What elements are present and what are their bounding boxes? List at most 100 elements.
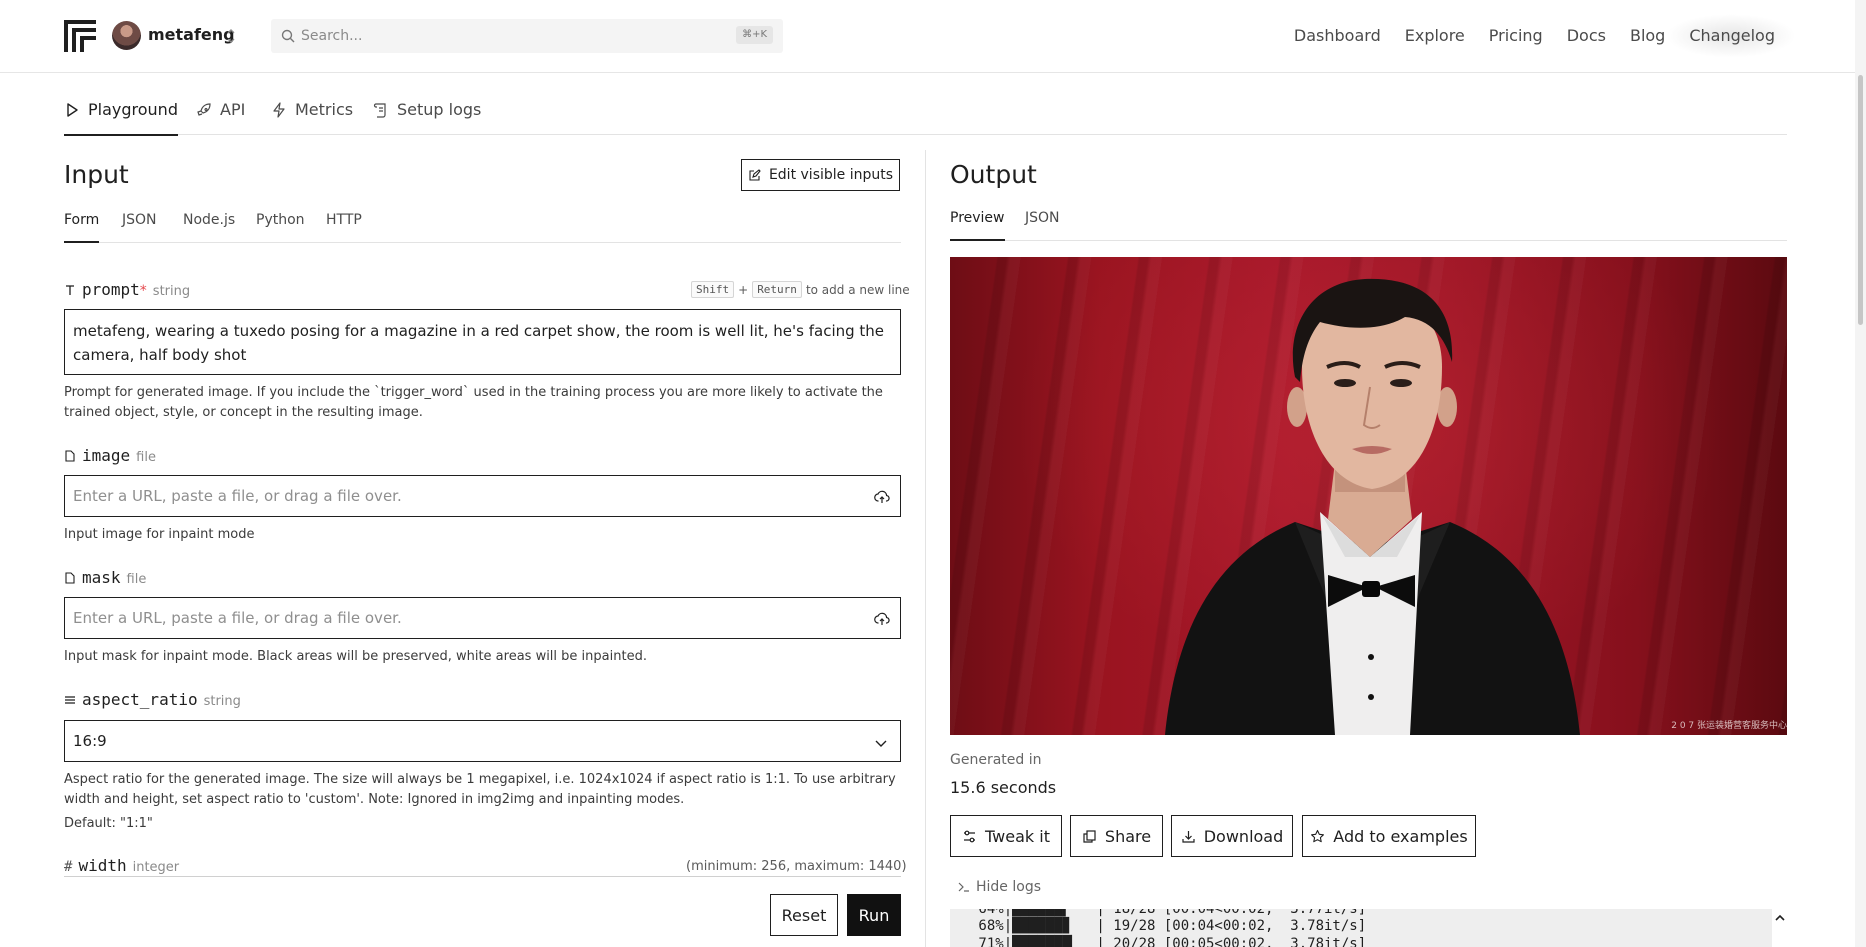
- aspect-ratio-description: Aspect ratio for the generated image. Th…: [64, 772, 896, 807]
- prompt-textarea[interactable]: metafeng, wearing a tuxedo posing for a …: [64, 309, 901, 375]
- mask-description: Input mask for inpaint mode. Black areas…: [64, 649, 647, 664]
- image-placeholder: Enter a URL, paste a file, or drag a fil…: [73, 487, 402, 505]
- log-line: 71%|███████▏ | 20/28 [00:05<00:02, 3.78i…: [970, 936, 1367, 947]
- mask-input[interactable]: Enter a URL, paste a file, or drag a fil…: [64, 597, 901, 639]
- width-range: (minimum: 256, maximum: 1440): [686, 859, 907, 874]
- nav-changelog[interactable]: Changelog: [1689, 26, 1775, 45]
- edit-icon: [749, 168, 761, 181]
- aspect-ratio-select[interactable]: 16:9: [64, 720, 901, 762]
- aspect-ratio-value: 16:9: [73, 732, 107, 750]
- aspect-ratio-type: string: [203, 694, 241, 709]
- reset-button[interactable]: Reset: [770, 894, 838, 936]
- chevron-up-icon[interactable]: [1774, 912, 1786, 924]
- text-type-icon: [66, 284, 74, 295]
- tab-metrics-label: Metrics: [295, 100, 354, 119]
- mask-name: mask: [82, 568, 121, 587]
- account-name[interactable]: metafeng: [148, 25, 235, 44]
- tab-preview[interactable]: Preview: [950, 210, 1005, 241]
- tab-json[interactable]: JSON: [122, 212, 157, 242]
- search-bar[interactable]: Search... ⌘+K: [271, 19, 783, 53]
- download-button[interactable]: Download: [1171, 815, 1293, 857]
- replicate-logo-icon[interactable]: [64, 20, 96, 52]
- image-name: image: [82, 446, 131, 465]
- account-switch-icon[interactable]: [226, 27, 236, 45]
- run-button[interactable]: Run: [847, 894, 901, 936]
- tab-playground-label: Playground: [88, 100, 178, 119]
- download-icon: [1182, 830, 1195, 843]
- scroll-icon: [373, 103, 386, 118]
- copy-icon: [1083, 829, 1096, 843]
- nav-dashboard[interactable]: Dashboard: [1294, 26, 1381, 45]
- add-to-examples-button[interactable]: Add to examples: [1302, 815, 1476, 857]
- sliders-icon: [964, 830, 976, 842]
- search-shortcut: ⌘+K: [736, 26, 773, 44]
- chevron-down-icon: [875, 740, 887, 747]
- aspect-ratio-name: aspect_ratio: [82, 690, 198, 709]
- tab-python[interactable]: Python: [256, 212, 305, 242]
- image-type: file: [136, 450, 156, 465]
- tab-setup-logs[interactable]: Setup logs: [373, 100, 481, 134]
- tab-api[interactable]: API: [196, 100, 245, 134]
- mask-type: file: [126, 572, 147, 587]
- hide-logs-toggle[interactable]: Hide logs: [958, 879, 1041, 895]
- newline-hint-text: to add a new line: [805, 282, 910, 297]
- nav-blog[interactable]: Blog: [1630, 26, 1665, 45]
- image-watermark: 2 0 7 张运装婚营客服务中心: [1671, 721, 1787, 731]
- page-scroll-thumb[interactable]: [1858, 75, 1863, 325]
- tab-playground[interactable]: Playground: [64, 100, 178, 136]
- aspect-ratio-label: aspect_ratio string: [64, 690, 241, 709]
- share-button[interactable]: Share: [1070, 815, 1163, 857]
- return-key: Return: [752, 281, 802, 298]
- generated-in-label: Generated in: [950, 752, 1042, 768]
- tab-output-json[interactable]: JSON: [1025, 210, 1060, 240]
- search-placeholder: Search...: [301, 28, 363, 44]
- edit-visible-inputs-button[interactable]: Edit visible inputs: [741, 159, 900, 191]
- logs-panel[interactable]: 64%|██████▍ | 18/28 [00:04<00:02, 3.77it…: [950, 909, 1772, 947]
- form-bottom-edge: [64, 876, 901, 877]
- nav-docs[interactable]: Docs: [1567, 26, 1606, 45]
- nav-explore[interactable]: Explore: [1405, 26, 1465, 45]
- portrait-figure: [1165, 278, 1580, 735]
- model-tabs: Playground API Metrics Setup logs: [64, 96, 1787, 136]
- rocket-icon: [197, 103, 211, 116]
- newline-hint: Shift + Return to add a new line: [691, 281, 910, 298]
- hide-logs-label: Hide logs: [976, 879, 1042, 895]
- width-name: width: [78, 856, 127, 875]
- output-title: Output: [950, 160, 1037, 189]
- prompt-description: Prompt for generated image. If you inclu…: [64, 385, 883, 420]
- lightning-icon: [273, 102, 285, 118]
- image-input[interactable]: Enter a URL, paste a file, or drag a fil…: [64, 475, 901, 517]
- log-line: 68%|██████▊ | 19/28 [00:04<00:02, 3.78it…: [970, 918, 1367, 934]
- edit-visible-inputs-label: Edit visible inputs: [768, 167, 894, 183]
- add-to-examples-label: Add to examples: [1333, 826, 1468, 846]
- file-icon: [65, 571, 75, 584]
- width-label: # width integer: [64, 856, 179, 875]
- top-bar: metafeng Search... ⌘+K Dashboard Explore…: [0, 0, 1855, 73]
- play-icon: [67, 103, 78, 117]
- list-icon: [65, 695, 75, 704]
- tab-setup-logs-label: Setup logs: [397, 100, 482, 119]
- tab-nodejs[interactable]: Node.js: [183, 212, 235, 242]
- search-icon: [281, 29, 295, 43]
- prompt-type: string: [152, 284, 191, 299]
- panel-divider: [925, 150, 926, 947]
- tab-form[interactable]: Form: [64, 212, 100, 243]
- nav-pricing[interactable]: Pricing: [1489, 26, 1543, 45]
- input-format-tabs: Form JSON Node.js Python HTTP: [64, 212, 901, 243]
- cloud-upload-icon[interactable]: [874, 489, 890, 505]
- log-line: 64%|██████▍ | 18/28 [00:04<00:02, 3.77it…: [970, 909, 1367, 917]
- tab-api-label: API: [220, 100, 246, 119]
- output-image[interactable]: 2 0 7 张运装婚营客服务中心: [950, 257, 1787, 735]
- prompt-name: prompt: [82, 280, 140, 299]
- tab-http[interactable]: HTTP: [326, 212, 362, 242]
- file-icon: [65, 449, 75, 462]
- generated-time: 15.6 seconds: [950, 778, 1057, 797]
- required-mark: *: [139, 283, 147, 299]
- tab-metrics[interactable]: Metrics: [271, 100, 353, 134]
- output-tabs: Preview JSON: [950, 210, 1787, 241]
- download-label: Download: [1203, 826, 1284, 846]
- cloud-upload-icon[interactable]: [874, 611, 890, 627]
- user-avatar[interactable]: [112, 21, 141, 50]
- tweak-it-button[interactable]: Tweak it: [950, 815, 1062, 857]
- mask-placeholder: Enter a URL, paste a file, or drag a fil…: [73, 609, 402, 627]
